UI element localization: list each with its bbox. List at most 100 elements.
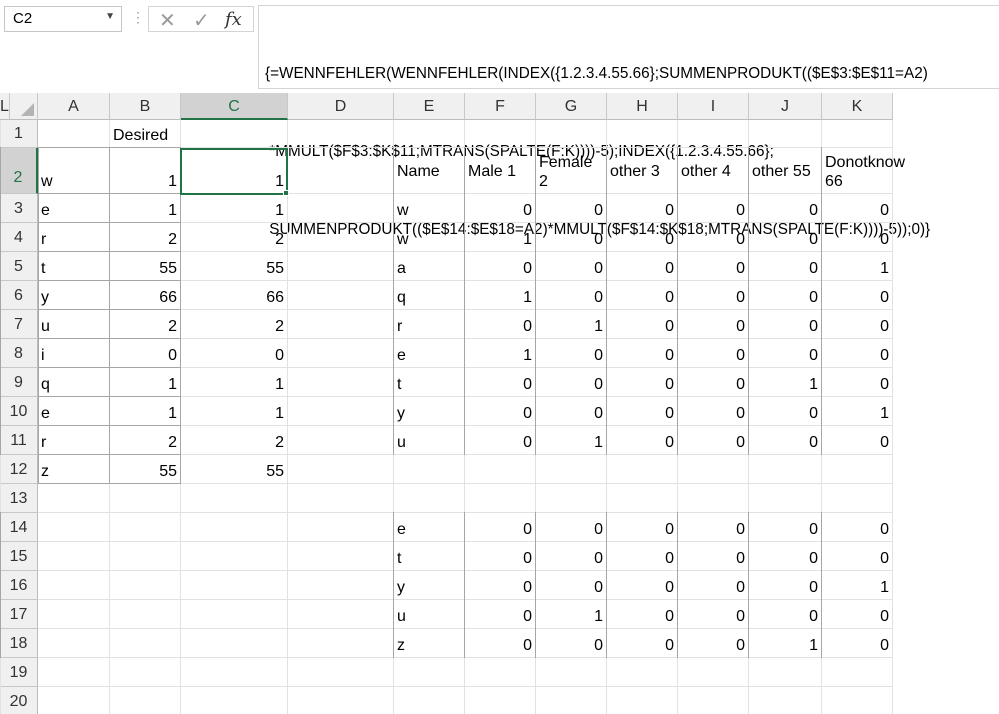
- column-header-d[interactable]: D: [288, 93, 394, 120]
- cell-k5[interactable]: 1: [822, 252, 893, 281]
- cell-c19[interactable]: [181, 658, 288, 687]
- cell-e9[interactable]: t: [394, 368, 465, 397]
- cell-b11[interactable]: 2: [110, 426, 181, 455]
- cell-h1[interactable]: [607, 120, 678, 148]
- cell-c5[interactable]: 55: [181, 252, 288, 281]
- cell-d7[interactable]: [288, 310, 394, 339]
- cell-l12[interactable]: [0, 455, 1, 484]
- cell-f19[interactable]: [465, 658, 536, 687]
- cell-f9[interactable]: 0: [465, 368, 536, 397]
- cell-d6[interactable]: [288, 281, 394, 310]
- cell-j11[interactable]: 0: [749, 426, 822, 455]
- column-header-g[interactable]: G: [536, 93, 607, 120]
- cell-e7[interactable]: r: [394, 310, 465, 339]
- cell-i12[interactable]: [678, 455, 749, 484]
- cell-c17[interactable]: [181, 600, 288, 629]
- cell-b6[interactable]: 66: [110, 281, 181, 310]
- row-header-5[interactable]: 5: [0, 252, 38, 281]
- cell-d17[interactable]: [288, 600, 394, 629]
- cell-h14[interactable]: 0: [607, 513, 678, 542]
- cell-i20[interactable]: [678, 687, 749, 714]
- cell-k4[interactable]: 0: [822, 223, 893, 252]
- row-header-3[interactable]: 3: [0, 194, 38, 223]
- cell-a1[interactable]: [38, 120, 110, 148]
- cell-g9[interactable]: 0: [536, 368, 607, 397]
- cell-i13[interactable]: [678, 484, 749, 513]
- cell-f13[interactable]: [465, 484, 536, 513]
- row-header-16[interactable]: 16: [0, 571, 38, 600]
- cell-g4[interactable]: 0: [536, 223, 607, 252]
- cancel-icon[interactable]: ✕: [159, 8, 176, 33]
- cell-b16[interactable]: [110, 571, 181, 600]
- cell-d5[interactable]: [288, 252, 394, 281]
- cell-h3[interactable]: 0: [607, 194, 678, 223]
- cell-a12[interactable]: z: [38, 455, 110, 484]
- cell-e1[interactable]: [394, 120, 465, 148]
- cell-g3[interactable]: 0: [536, 194, 607, 223]
- insert-function-icon[interactable]: fx: [225, 9, 242, 30]
- cell-j16[interactable]: 0: [749, 571, 822, 600]
- column-header-k[interactable]: K: [822, 93, 893, 120]
- row-header-2[interactable]: 2: [0, 148, 38, 194]
- cell-b17[interactable]: [110, 600, 181, 629]
- cell-a9[interactable]: q: [38, 368, 110, 397]
- cell-b8[interactable]: 0: [110, 339, 181, 368]
- cell-k17[interactable]: 0: [822, 600, 893, 629]
- cell-j14[interactable]: 0: [749, 513, 822, 542]
- cell-b10[interactable]: 1: [110, 397, 181, 426]
- cell-j17[interactable]: 0: [749, 600, 822, 629]
- cell-a10[interactable]: e: [38, 397, 110, 426]
- cell-j19[interactable]: [749, 658, 822, 687]
- cell-g2[interactable]: Female 2: [536, 148, 607, 194]
- cell-c20[interactable]: [181, 687, 288, 714]
- cell-a7[interactable]: u: [38, 310, 110, 339]
- cell-e12[interactable]: [394, 455, 465, 484]
- cell-b12[interactable]: 55: [110, 455, 181, 484]
- cell-a13[interactable]: [38, 484, 110, 513]
- cell-f18[interactable]: 0: [465, 629, 536, 658]
- cell-f4[interactable]: 1: [465, 223, 536, 252]
- cell-h15[interactable]: 0: [607, 542, 678, 571]
- cell-c11[interactable]: 2: [181, 426, 288, 455]
- cell-b5[interactable]: 55: [110, 252, 181, 281]
- cell-a16[interactable]: [38, 571, 110, 600]
- cell-b14[interactable]: [110, 513, 181, 542]
- cell-d10[interactable]: [288, 397, 394, 426]
- cell-d18[interactable]: [288, 629, 394, 658]
- cell-e6[interactable]: q: [394, 281, 465, 310]
- row-header-10[interactable]: 10: [0, 397, 38, 426]
- cell-e2[interactable]: Name: [394, 148, 465, 194]
- cell-e10[interactable]: y: [394, 397, 465, 426]
- cell-d20[interactable]: [288, 687, 394, 714]
- cell-l19[interactable]: [0, 658, 1, 687]
- cell-e3[interactable]: w: [394, 194, 465, 223]
- cell-e13[interactable]: [394, 484, 465, 513]
- column-header-c[interactable]: C: [181, 93, 288, 120]
- cell-j4[interactable]: 0: [749, 223, 822, 252]
- cell-i1[interactable]: [678, 120, 749, 148]
- cell-k20[interactable]: [822, 687, 893, 714]
- cell-b18[interactable]: [110, 629, 181, 658]
- cell-f5[interactable]: 0: [465, 252, 536, 281]
- cell-h11[interactable]: 0: [607, 426, 678, 455]
- cell-j10[interactable]: 0: [749, 397, 822, 426]
- cell-e15[interactable]: t: [394, 542, 465, 571]
- cell-d2[interactable]: [288, 148, 394, 194]
- cell-g1[interactable]: [536, 120, 607, 148]
- cell-k15[interactable]: 0: [822, 542, 893, 571]
- cell-e19[interactable]: [394, 658, 465, 687]
- cell-d4[interactable]: [288, 223, 394, 252]
- cell-c18[interactable]: [181, 629, 288, 658]
- cell-c9[interactable]: 1: [181, 368, 288, 397]
- cell-j18[interactable]: 1: [749, 629, 822, 658]
- cell-f15[interactable]: 0: [465, 542, 536, 571]
- cell-b20[interactable]: [110, 687, 181, 714]
- cell-i19[interactable]: [678, 658, 749, 687]
- cell-g12[interactable]: [536, 455, 607, 484]
- cell-k14[interactable]: 0: [822, 513, 893, 542]
- cell-f14[interactable]: 0: [465, 513, 536, 542]
- cell-j5[interactable]: 0: [749, 252, 822, 281]
- row-header-11[interactable]: 11: [0, 426, 38, 455]
- cell-g15[interactable]: 0: [536, 542, 607, 571]
- cell-c7[interactable]: 2: [181, 310, 288, 339]
